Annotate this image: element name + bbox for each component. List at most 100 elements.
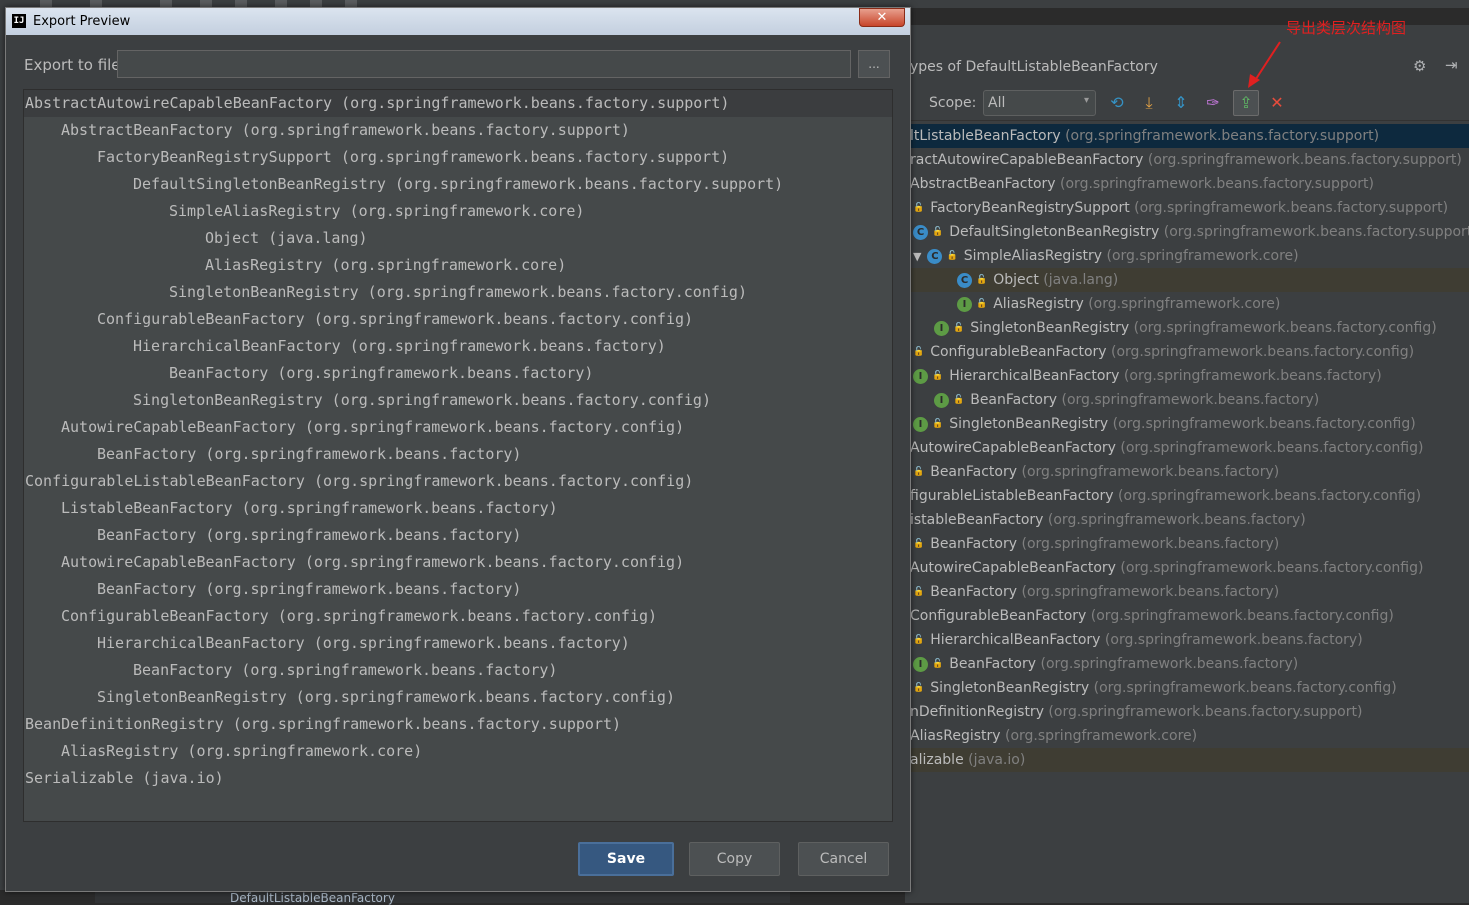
tree-row[interactable]: figurableListableBeanFactory (org.spring… bbox=[905, 484, 1469, 508]
preview-line: ListableBeanFactory (org.springframework… bbox=[61, 499, 558, 517]
visibility-icon: 🔓 bbox=[953, 323, 965, 333]
copy-button[interactable]: Copy bbox=[689, 842, 780, 876]
toolbar-icon[interactable] bbox=[275, 0, 287, 7]
preview-line: BeanFactory (org.springframework.beans.f… bbox=[133, 661, 558, 679]
tree-row[interactable]: 🔓 BeanFactory (org.springframework.beans.… bbox=[905, 532, 1469, 556]
tree-row[interactable]: C 🔓 DefaultSingletonBeanRegistry (org.spri… bbox=[905, 220, 1469, 244]
tree-row[interactable]: I 🔓 BeanFactory (org.springframework.beans… bbox=[905, 652, 1469, 676]
cancel-button[interactable]: Cancel bbox=[798, 842, 889, 876]
export-preview-dialog: IJ Export Preview ✕ Export to file: ... … bbox=[5, 7, 911, 892]
tree-package-name: (org.springframework.beans.factory) bbox=[1017, 464, 1280, 480]
browse-button[interactable]: ... bbox=[858, 50, 890, 78]
tree-row[interactable]: I 🔓 SingletonBeanRegistry (org.springframe… bbox=[905, 316, 1469, 340]
export-path-input[interactable] bbox=[117, 50, 851, 78]
tree-row[interactable]: ConfigurableBeanFactory (org.springframe… bbox=[905, 604, 1469, 628]
hierarchy-panel: ypes of DefaultListableBeanFactory ⚙ ⇥ S… bbox=[905, 24, 1469, 903]
tree-class-name: AbstractBeanFactory bbox=[910, 176, 1056, 192]
tree-package-name: (org.springframework.beans.factory) bbox=[1043, 512, 1306, 528]
collapse-all-icon[interactable]: ⇕ bbox=[1169, 91, 1193, 115]
tree-row[interactable]: I 🔓 SingletonBeanRegistry (org.springframe… bbox=[905, 412, 1469, 436]
preview-line: BeanFactory (org.springframework.beans.f… bbox=[97, 445, 522, 463]
tree-row[interactable]: AutowireCapableBeanFactory (org.springfr… bbox=[905, 556, 1469, 580]
tree-package-name: (org.springframework.beans.factory.confi… bbox=[1086, 608, 1394, 624]
close-icon[interactable]: ✕ bbox=[1265, 91, 1289, 115]
tree-class-name: FactoryBeanRegistrySupport bbox=[930, 200, 1130, 216]
toolbar-icon[interactable] bbox=[200, 0, 212, 7]
tree-row[interactable]: I 🔓 HierarchicalBeanFactory (org.springfra… bbox=[905, 364, 1469, 388]
tree-row[interactable]: ractAutowireCapableBeanFactory (org.spri… bbox=[905, 148, 1469, 172]
toolbar-icon[interactable] bbox=[40, 0, 52, 7]
tree-class-name: DefaultSingletonBeanRegistry bbox=[949, 224, 1160, 240]
toolbar-icon[interactable] bbox=[90, 0, 102, 7]
preview-line: AutowireCapableBeanFactory (org.springfr… bbox=[61, 418, 685, 436]
tree-row[interactable]: 🔓 BeanFactory (org.springframework.beans.… bbox=[905, 580, 1469, 604]
expand-triangle-icon[interactable]: ▼ bbox=[913, 245, 921, 269]
tree-row[interactable]: 🔓 FactoryBeanRegistrySupport (org.springf… bbox=[905, 196, 1469, 220]
preview-line: AbstractBeanFactory (org.springframework… bbox=[61, 121, 630, 139]
tree-class-name: SingletonBeanRegistry bbox=[949, 416, 1109, 432]
tree-class-name: BeanFactory bbox=[970, 392, 1058, 408]
tree-package-name: (org.springframework.beans.factory.confi… bbox=[1089, 680, 1397, 696]
visibility-icon: 🔓 bbox=[932, 419, 944, 429]
gear-icon[interactable]: ⚙ bbox=[1413, 57, 1426, 75]
toolbar-icon[interactable] bbox=[235, 0, 247, 7]
tree-package-name: (org.springframework.beans.factory) bbox=[1057, 392, 1320, 408]
tree-row[interactable]: I 🔓 BeanFactory (org.springframework.beans… bbox=[905, 388, 1469, 412]
preview-line: AliasRegistry (org.springframework.core) bbox=[205, 256, 567, 274]
toolbar-icon[interactable] bbox=[160, 0, 172, 7]
refresh-icon[interactable]: ⟲ bbox=[1105, 91, 1129, 115]
tree-row[interactable]: I 🔓 AliasRegistry (org.springframework.cor… bbox=[905, 292, 1469, 316]
tree-row[interactable]: AutowireCapableBeanFactory (org.springfr… bbox=[905, 436, 1469, 460]
annotation-arrow-icon bbox=[1248, 41, 1281, 88]
toolbar-icon[interactable] bbox=[310, 0, 322, 7]
tree-row[interactable]: alizable (java.io) bbox=[905, 748, 1469, 772]
expand-all-icon[interactable]: ⤓ bbox=[1137, 91, 1161, 115]
preview-line: SingletonBeanRegistry (org.springframewo… bbox=[169, 283, 747, 301]
tree-package-name: (org.springframework.beans.factory.suppo… bbox=[1143, 152, 1462, 168]
dialog-titlebar[interactable]: IJ Export Preview ✕ bbox=[6, 8, 910, 35]
tree-row[interactable]: istableBeanFactory (org.springframework.… bbox=[905, 508, 1469, 532]
tree-class-name: ltListableBeanFactory bbox=[910, 128, 1061, 144]
class-icon: C bbox=[927, 248, 943, 264]
hide-panel-icon[interactable]: ⇥ bbox=[1445, 56, 1458, 74]
preview-line: SingletonBeanRegistry (org.springframewo… bbox=[97, 688, 675, 706]
tree-row[interactable]: 🔓 BeanFactory (org.springframework.beans.… bbox=[905, 460, 1469, 484]
pin-icon[interactable]: ✑ bbox=[1201, 91, 1225, 115]
toolbar-icon[interactable] bbox=[345, 0, 357, 7]
class-icon: C bbox=[957, 272, 972, 288]
tree-package-name: (org.springframework.beans.factory.suppo… bbox=[1129, 200, 1449, 216]
tree-class-name: BeanFactory bbox=[949, 656, 1037, 672]
tree-row[interactable]: AliasRegistry (org.springframework.core) bbox=[905, 724, 1469, 748]
tree-package-name: (org.springframework.beans.factory.confi… bbox=[1115, 440, 1424, 456]
preview-line: AliasRegistry (org.springframework.core) bbox=[61, 742, 423, 760]
tree-row[interactable]: 🔓 ConfigurableBeanFactory (org.springfram… bbox=[905, 340, 1469, 364]
save-button[interactable]: Save bbox=[578, 842, 674, 876]
preview-line: ConfigurableListableBeanFactory (org.spr… bbox=[25, 472, 694, 490]
preview-line: ConfigurableBeanFactory (org.springframe… bbox=[97, 310, 694, 328]
preview-line: AutowireCapableBeanFactory (org.springfr… bbox=[61, 553, 685, 571]
tree-row[interactable]: 🔓 SingletonBeanRegistry (org.springframew… bbox=[905, 676, 1469, 700]
preview-line: BeanFactory (org.springframework.beans.f… bbox=[97, 580, 522, 598]
interface-icon: I bbox=[913, 416, 928, 432]
tree-row[interactable]: AbstractBeanFactory (org.springframework… bbox=[905, 172, 1469, 196]
tree-row[interactable]: ltListableBeanFactory (org.springframewo… bbox=[905, 124, 1469, 148]
tree-class-name: SingletonBeanRegistry bbox=[930, 680, 1090, 696]
tree-row[interactable]: C 🔓 Object (java.lang) bbox=[905, 268, 1469, 292]
tree-class-name: AliasRegistry bbox=[910, 728, 1001, 744]
interface-icon: I bbox=[934, 320, 949, 336]
preview-text-area[interactable]: AbstractAutowireCapableBeanFactory (org.… bbox=[23, 89, 893, 822]
preview-line: AbstractAutowireCapableBeanFactory (org.… bbox=[25, 94, 730, 112]
scope-value: All bbox=[988, 95, 1006, 111]
tree-row[interactable]: nDefinitionRegistry (org.springframework… bbox=[905, 700, 1469, 724]
tree-class-name: ConfigurableBeanFactory bbox=[930, 344, 1107, 360]
tree-row[interactable]: ▼ C 🔓 SimpleAliasRegistry (org.springframew… bbox=[905, 244, 1469, 268]
window-close-button[interactable]: ✕ bbox=[859, 8, 905, 27]
tree-row[interactable]: 🔓 HierarchicalBeanFactory (org.springfram… bbox=[905, 628, 1469, 652]
tree-class-name: figurableListableBeanFactory bbox=[910, 488, 1114, 504]
interface-icon: I bbox=[913, 656, 928, 672]
export-to-text-icon[interactable]: ⇪ bbox=[1233, 90, 1259, 116]
class-icon: C bbox=[913, 224, 928, 240]
tree-package-name: (org.springframework.core) bbox=[1083, 296, 1281, 312]
scope-select[interactable]: All ▾ bbox=[983, 90, 1096, 116]
preview-line: BeanFactory (org.springframework.beans.f… bbox=[97, 526, 522, 544]
